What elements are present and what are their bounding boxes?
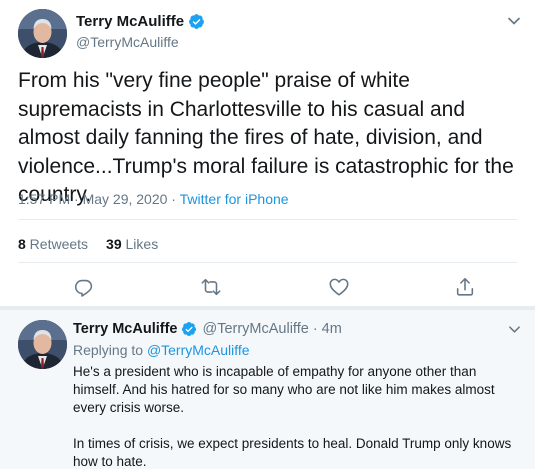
reply-text: He's a president who is incapable of emp… [73, 364, 512, 469]
divider [18, 219, 517, 220]
verified-badge-icon [182, 322, 197, 336]
retweet-icon[interactable] [200, 276, 222, 298]
chevron-down-icon[interactable] [508, 323, 521, 336]
likes-label: Likes [121, 236, 159, 252]
tweet-stats: 8 Retweets 39 Likes [18, 236, 158, 252]
tweet-text: From his "very fine people" praise of wh… [18, 69, 514, 206]
author-name[interactable]: Terry McAuliffe [76, 13, 184, 30]
tweet-timestamp[interactable]: 1:57 PM · May 29, 2020 [18, 191, 167, 207]
avatar[interactable] [18, 320, 67, 369]
retweets-count: 8 [18, 236, 26, 252]
reply-author-name[interactable]: Terry McAuliffe [73, 321, 177, 337]
likes-count: 39 [106, 236, 122, 252]
replying-to: Replying to @TerryMcAuliffe [73, 342, 250, 358]
share-icon[interactable] [454, 276, 476, 298]
tweet-actions [0, 276, 535, 300]
author-row: Terry McAuliffe [76, 13, 205, 30]
author-handle[interactable]: @TerryMcAuliffe [76, 34, 179, 50]
tweet-source-link[interactable]: Twitter for iPhone [180, 191, 289, 207]
retweets-stat[interactable]: 8 Retweets [18, 236, 88, 252]
verified-badge-icon [189, 14, 205, 29]
likes-stat[interactable]: 39 Likes [106, 236, 158, 252]
reply-author-row: Terry McAuliffe @TerryMcAuliffe · 4m [73, 321, 342, 337]
reply-icon[interactable] [73, 276, 95, 298]
replying-to-mention[interactable]: @TerryMcAuliffe [147, 342, 250, 358]
avatar[interactable] [18, 9, 67, 58]
replying-to-label: Replying to [73, 342, 147, 358]
tweet-meta: 1:57 PM · May 29, 2020 · Twitter for iPh… [18, 191, 289, 207]
chevron-down-icon[interactable] [507, 14, 521, 28]
divider [18, 262, 517, 263]
main-tweet: Terry McAuliffe @TerryMcAuliffe From his… [0, 0, 535, 307]
reply-tweet[interactable]: Terry McAuliffe @TerryMcAuliffe · 4m Rep… [0, 310, 535, 469]
reply-author-handle[interactable]: @TerryMcAuliffe [202, 321, 308, 337]
meta-separator: · [167, 191, 180, 207]
retweets-label: Retweets [25, 236, 89, 252]
like-icon[interactable] [328, 276, 350, 298]
reply-timestamp[interactable]: · 4m [313, 321, 342, 337]
